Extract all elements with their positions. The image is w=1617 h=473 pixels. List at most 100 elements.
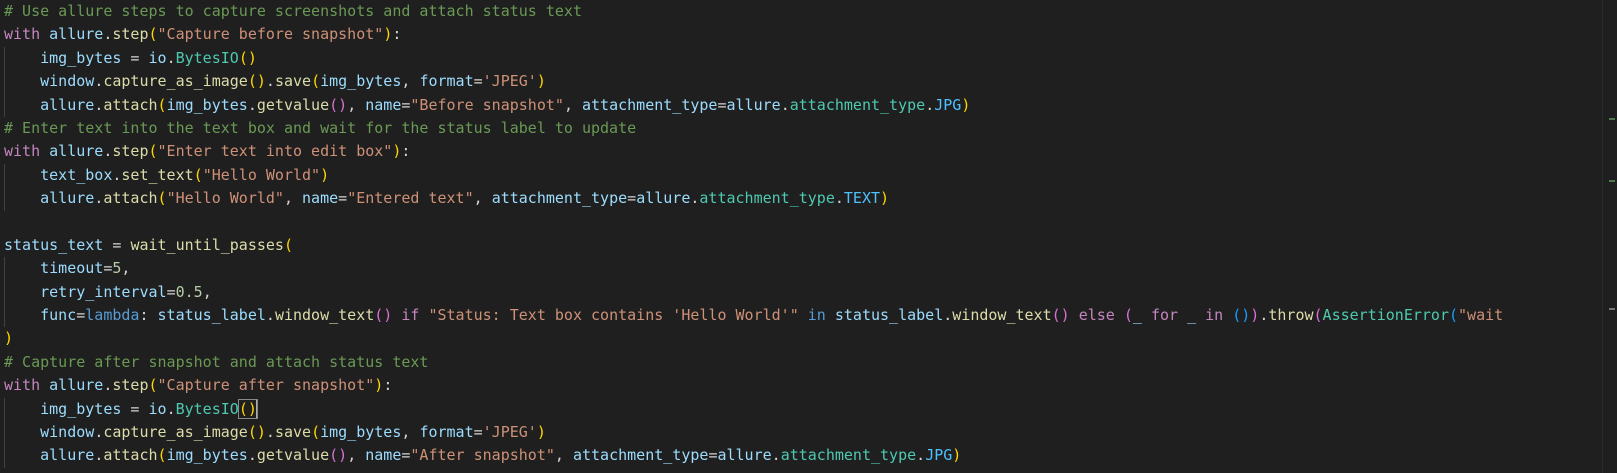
code-line[interactable]: # Use allure steps to capture screenshot…: [4, 0, 1503, 23]
code-token: .: [265, 306, 275, 325]
code-token: retry_interval: [40, 282, 167, 301]
code-line[interactable]: func=lambda: status_label.window_text() …: [4, 304, 1503, 328]
code-token: ,: [401, 423, 420, 442]
code-token: _: [1132, 306, 1142, 325]
code-token: .: [94, 189, 104, 208]
code-token: ,: [347, 95, 366, 114]
code-token: =: [166, 282, 176, 301]
code-line[interactable]: # Enter text into the text box and wait …: [4, 117, 1503, 140]
code-token: status_label: [834, 306, 944, 325]
code-token: ): [952, 446, 962, 465]
code-token: attach: [103, 95, 158, 114]
code-token: attach: [103, 189, 158, 208]
code-token: AssertionError: [1322, 306, 1449, 325]
code-line[interactable]: allure.attach("Hello World", name="Enter…: [4, 187, 1503, 211]
code-token: =: [627, 189, 637, 208]
code-token: timeout: [40, 259, 104, 278]
indent-guide: [4, 421, 5, 445]
code-token: ): [4, 329, 14, 348]
code-token: format: [419, 423, 474, 442]
code-line[interactable]: ): [4, 327, 1503, 350]
code-line[interactable]: window.capture_as_image().save(img_bytes…: [4, 70, 1503, 94]
code-token: with: [4, 142, 50, 161]
code-token: .: [247, 446, 257, 465]
code-token: 'JPEG': [482, 423, 537, 442]
indent-guide: [4, 70, 5, 94]
code-line[interactable]: allure.attach(img_bytes.getvalue(), name…: [4, 93, 1503, 117]
code-token: .: [1259, 306, 1269, 325]
code-token: if: [401, 306, 420, 325]
code-line[interactable]: # Capture after snapshot and attach stat…: [4, 351, 1503, 374]
code-token: :: [139, 306, 158, 325]
code-token: attachment_type: [572, 446, 709, 465]
code-line[interactable]: with allure.step("Enter text into edit b…: [4, 140, 1503, 163]
code-token: =: [103, 235, 131, 254]
code-token: window: [40, 72, 95, 91]
overview-ruler-mark: [1609, 118, 1615, 120]
code-line[interactable]: allure.attach(img_bytes.getvalue(), name…: [4, 444, 1503, 468]
code-token: status_text: [4, 235, 104, 254]
code-token: "Hello World": [202, 165, 321, 184]
code-token: wait_until_passes: [130, 235, 284, 254]
code-token: window_text: [952, 306, 1052, 325]
vertical-scrollbar[interactable]: [1602, 0, 1617, 473]
code-token: (): [1051, 306, 1070, 325]
code-token: BytesIO: [175, 48, 239, 67]
code-token: =: [473, 423, 483, 442]
code-token: (: [311, 423, 321, 442]
code-line[interactable]: [4, 211, 1503, 234]
code-token: allure: [726, 95, 781, 114]
code-token: (: [157, 95, 167, 114]
code-token: :: [392, 25, 402, 44]
code-token: TEXT: [843, 189, 881, 208]
code-line[interactable]: timeout=5,: [4, 257, 1503, 281]
code-token: .: [94, 95, 104, 114]
code-line[interactable]: window.capture_as_image().save(img_bytes…: [4, 421, 1503, 445]
code-line[interactable]: text_box.set_text("Hello World"): [4, 163, 1503, 188]
code-token: # Capture after snapshot and attach stat…: [4, 352, 429, 371]
code-line[interactable]: retry_interval=0.5,: [4, 280, 1503, 305]
code-token: =: [121, 48, 149, 67]
code-token: attachment_type: [780, 446, 917, 465]
code-token: _: [1187, 306, 1197, 325]
code-token: .: [247, 95, 257, 114]
code-token: .: [916, 446, 926, 465]
code-line[interactable]: img_bytes = io.BytesIO(): [4, 46, 1503, 71]
code-token: step: [112, 25, 149, 44]
code-token: img_bytes: [320, 72, 402, 91]
code-token: lambda: [85, 306, 140, 325]
code-token: with: [4, 25, 50, 44]
code-token: window: [40, 423, 95, 442]
overview-ruler-mark: [1609, 180, 1615, 182]
code-token: ): [961, 95, 971, 114]
code-token: allure: [40, 446, 95, 465]
code-token: allure: [717, 446, 772, 465]
indent-guide: [4, 163, 5, 188]
code-token: img_bytes: [320, 423, 402, 442]
code-token: in: [1205, 306, 1224, 325]
code-line[interactable]: with allure.step("Capture before snapsho…: [4, 23, 1503, 46]
code-line[interactable]: status_text = wait_until_passes(: [4, 234, 1503, 257]
code-token: text_box: [40, 165, 113, 184]
code-lines[interactable]: # Use allure steps to capture screenshot…: [4, 0, 1503, 468]
code-token: ): [374, 376, 384, 395]
code-line[interactable]: with allure.step("Capture after snapshot…: [4, 374, 1503, 397]
code-token: img_bytes: [40, 399, 122, 418]
code-line[interactable]: img_bytes = io.BytesIO(): [4, 397, 1503, 422]
code-token: "Enter text into edit box": [157, 142, 393, 161]
code-token: attachment_type: [491, 189, 628, 208]
code-token: .: [166, 399, 176, 418]
code-token: ,: [121, 259, 131, 278]
code-token: .: [166, 48, 176, 67]
code-token: (: [193, 165, 203, 184]
code-token: .: [943, 306, 953, 325]
code-editor[interactable]: # Use allure steps to capture screenshot…: [0, 0, 1617, 473]
